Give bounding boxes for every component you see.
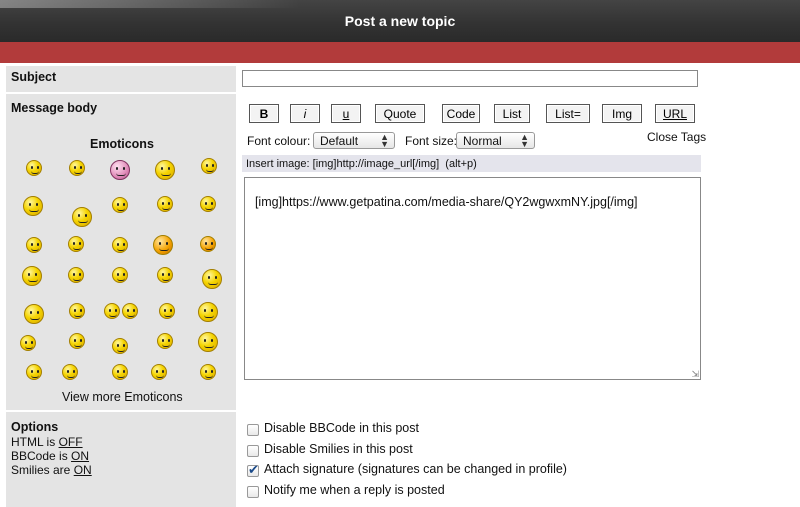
img-button[interactable]: Img bbox=[602, 104, 642, 123]
disable-bbcode-checkbox[interactable] bbox=[247, 424, 259, 436]
smiley-icon[interactable] bbox=[200, 236, 216, 252]
smiley-icon[interactable] bbox=[198, 332, 218, 352]
smiley-icon[interactable] bbox=[122, 303, 138, 319]
message-text: [img]https://www.getpatina.com/media-sha… bbox=[254, 195, 638, 209]
help-hint: Insert image: [img]http://image_url[/img… bbox=[242, 155, 701, 172]
subject-label: Subject bbox=[11, 70, 57, 84]
html-status: HTML is OFF bbox=[11, 435, 83, 449]
page-title: Post a new topic bbox=[344, 13, 456, 29]
smiley-icon[interactable] bbox=[153, 235, 173, 255]
smiley-icon[interactable] bbox=[72, 207, 92, 227]
close-tags-link[interactable]: Close Tags bbox=[647, 130, 706, 144]
smiley-icon[interactable] bbox=[202, 269, 222, 289]
font-colour-value: Default bbox=[320, 133, 359, 148]
list-eq-button[interactable]: List= bbox=[546, 104, 590, 123]
font-colour-select[interactable]: Default ▲ ▼ bbox=[313, 132, 395, 149]
smiley-icon[interactable] bbox=[68, 236, 84, 252]
smiley-icon[interactable] bbox=[200, 196, 216, 212]
smiley-icon[interactable] bbox=[24, 304, 44, 324]
smiley-icon[interactable] bbox=[69, 303, 85, 319]
url-button[interactable]: URL bbox=[655, 104, 695, 123]
smilies-status-label: Smilies are bbox=[11, 463, 71, 477]
select-arrows-icon: ▲ ▼ bbox=[380, 132, 389, 149]
emoticons-heading: Emoticons bbox=[90, 137, 154, 151]
font-size-select[interactable]: Normal ▲ ▼ bbox=[456, 132, 535, 149]
smiley-icon[interactable] bbox=[62, 364, 78, 380]
list-eq-button-label: List= bbox=[547, 105, 589, 122]
quote-button[interactable]: Quote bbox=[375, 104, 425, 123]
help-hint-text: Insert image: [img]http://image_url[/img… bbox=[246, 157, 477, 170]
smiley-icon[interactable] bbox=[155, 160, 175, 180]
smiley-icon[interactable] bbox=[151, 364, 167, 380]
smiley-icon[interactable] bbox=[23, 196, 43, 216]
view-more-emoticons-link[interactable]: View more Emoticons bbox=[62, 390, 183, 404]
smiley-icon[interactable] bbox=[157, 333, 173, 349]
smiley-icon[interactable] bbox=[157, 196, 173, 212]
font-size-value: Normal bbox=[463, 133, 502, 148]
bold-button-label: B bbox=[250, 105, 278, 122]
smiley-icon[interactable] bbox=[26, 237, 42, 253]
quote-button-label: Quote bbox=[376, 105, 424, 122]
accent-bar bbox=[0, 42, 800, 63]
smiley-icon[interactable] bbox=[69, 333, 85, 349]
font-colour-label: Font colour: bbox=[247, 134, 311, 148]
smiley-icon[interactable] bbox=[112, 338, 128, 354]
smiley-icon[interactable] bbox=[200, 364, 216, 380]
select-arrows-icon: ▲ ▼ bbox=[520, 132, 529, 149]
disable-smilies-checkbox[interactable] bbox=[247, 445, 259, 457]
disable-smilies-label: Disable Smilies in this post bbox=[264, 442, 413, 456]
italic-button[interactable]: i bbox=[290, 104, 320, 123]
message-textarea[interactable]: [img]https://www.getpatina.com/media-sha… bbox=[244, 177, 701, 380]
html-status-label: HTML is bbox=[11, 435, 56, 449]
smiley-icon[interactable] bbox=[112, 197, 128, 213]
subject-input[interactable] bbox=[242, 70, 698, 87]
font-size-label: Font size: bbox=[405, 134, 458, 148]
options-heading: Options bbox=[11, 420, 59, 434]
message-body-label: Message body bbox=[11, 101, 98, 115]
url-button-label: URL bbox=[656, 105, 694, 122]
smilies-status: Smilies are ON bbox=[11, 463, 92, 477]
smiley-icon[interactable] bbox=[112, 237, 128, 253]
smiley-icon[interactable] bbox=[104, 303, 120, 319]
list-button[interactable]: List bbox=[494, 104, 530, 123]
smiley-icon[interactable] bbox=[201, 158, 217, 174]
smiley-icon[interactable] bbox=[69, 160, 85, 176]
code-button[interactable]: Code bbox=[442, 104, 480, 123]
smiley-icon[interactable] bbox=[110, 160, 130, 180]
smiley-icon[interactable] bbox=[26, 160, 42, 176]
attach-signature-checkbox[interactable] bbox=[247, 462, 259, 478]
smiley-icon[interactable] bbox=[157, 267, 173, 283]
italic-button-label: i bbox=[291, 105, 319, 122]
smiley-icon[interactable] bbox=[22, 266, 42, 286]
smiley-icon[interactable] bbox=[112, 267, 128, 283]
bbcode-status-label: BBCode is bbox=[11, 449, 68, 463]
bbcode-status-value[interactable]: ON bbox=[71, 449, 89, 463]
img-button-label: Img bbox=[603, 105, 641, 122]
disable-bbcode-label: Disable BBCode in this post bbox=[264, 421, 419, 435]
smiley-icon[interactable] bbox=[159, 303, 175, 319]
notify-reply-label: Notify me when a reply is posted bbox=[264, 483, 445, 497]
notify-reply-checkbox[interactable] bbox=[247, 486, 259, 498]
underline-button-label: u bbox=[332, 105, 360, 122]
code-button-label: Code bbox=[443, 105, 479, 122]
smiley-icon[interactable] bbox=[198, 302, 218, 322]
list-button-label: List bbox=[495, 105, 529, 122]
smilies-status-value[interactable]: ON bbox=[74, 463, 92, 477]
bbcode-status: BBCode is ON bbox=[11, 449, 89, 463]
smiley-icon[interactable] bbox=[20, 335, 36, 351]
resize-grip-icon[interactable]: ⇲ bbox=[691, 370, 699, 379]
bold-button[interactable]: B bbox=[249, 104, 279, 123]
smiley-icon[interactable] bbox=[26, 364, 42, 380]
underline-button[interactable]: u bbox=[331, 104, 361, 123]
smiley-icon[interactable] bbox=[68, 267, 84, 283]
html-status-value[interactable]: OFF bbox=[59, 435, 83, 449]
smiley-icon[interactable] bbox=[112, 364, 128, 380]
attach-signature-label: Attach signature (signatures can be chan… bbox=[264, 462, 567, 476]
title-bar: Post a new topic bbox=[0, 0, 800, 42]
